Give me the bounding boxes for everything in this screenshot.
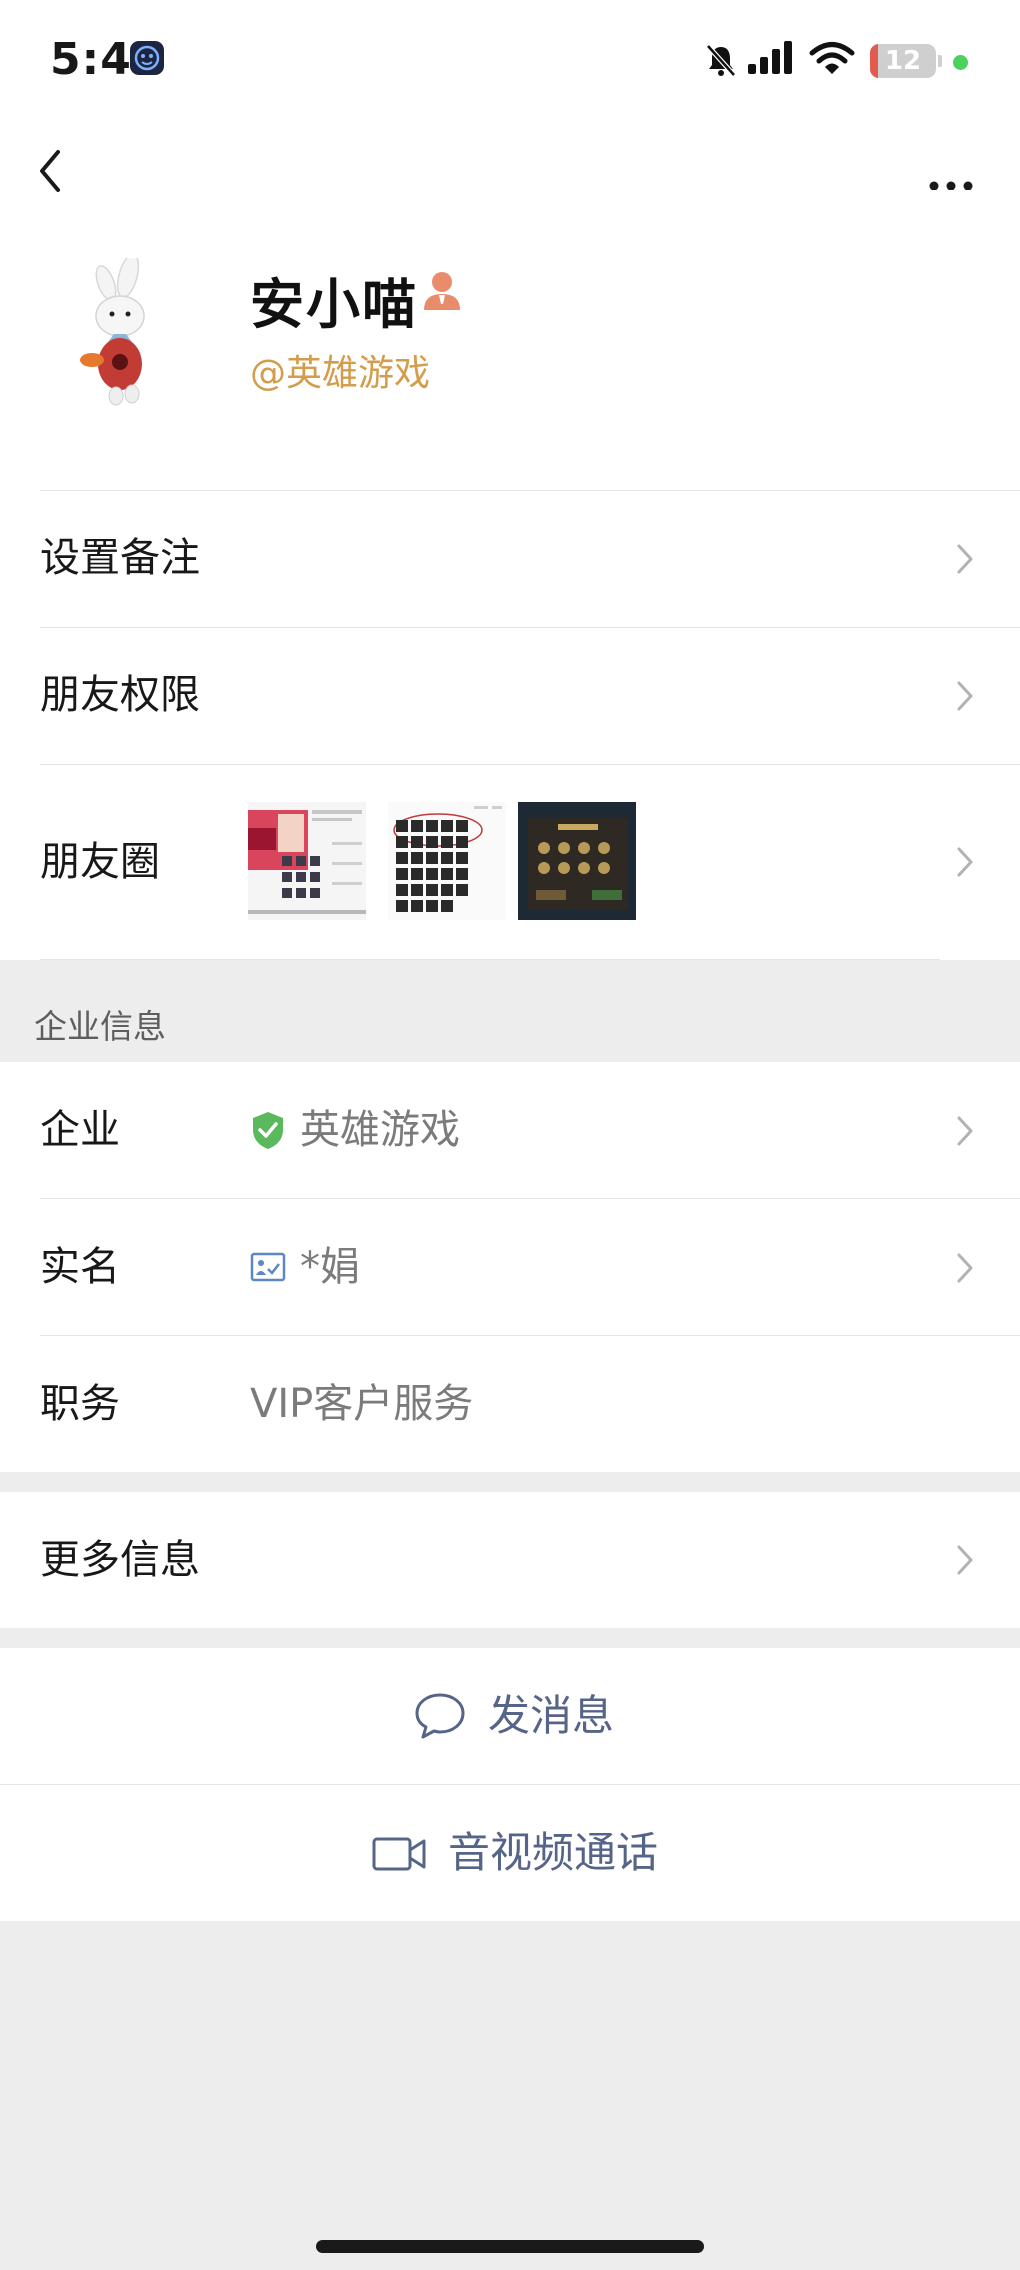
contact-settings-group: 设置备注 朋友权限 朋友圈 [0, 490, 1020, 960]
enterprise-label: 企业 [40, 1107, 120, 1153]
moments-thumbnail[interactable] [248, 802, 366, 920]
nav-bar [0, 120, 1020, 220]
av-call-label: 音视频通话 [448, 1828, 659, 1877]
chevron-right-icon [957, 1545, 973, 1575]
chat-bubble-icon [415, 1693, 465, 1739]
enterprise-section-title: 企业信息 [34, 1007, 166, 1046]
profile-handle: @英雄游戏 [250, 353, 431, 394]
chevron-right-icon [957, 544, 973, 573]
enterprise-info-group: 企业 英雄游戏 实名 *娟 职务 VIP客户服务 [0, 1062, 1020, 1472]
enterprise-row[interactable]: 企业 英雄游戏 [0, 1062, 1020, 1199]
battery-tip [938, 55, 942, 67]
position-label: 职务 [40, 1381, 120, 1427]
more-info-group: 更多信息 [0, 1492, 1020, 1628]
more-info-row[interactable]: 更多信息 [0, 1492, 1020, 1628]
enterprise-member-icon [424, 272, 460, 310]
privacy-indicator-dot [953, 55, 968, 70]
send-message-button[interactable]: 发消息 [0, 1648, 1020, 1784]
realname-value: *娟 [300, 1244, 360, 1290]
set-remark-label: 设置备注 [40, 535, 200, 581]
divider [40, 959, 940, 960]
app-indicator-icon [130, 41, 164, 75]
enterprise-value: 英雄游戏 [300, 1107, 460, 1153]
mute-bell-icon [706, 44, 736, 77]
friend-permissions-row[interactable]: 朋友权限 [0, 627, 1020, 764]
profile-header: 安小喵 @英雄游戏 [0, 220, 1020, 490]
chevron-right-icon [957, 1116, 973, 1145]
friend-permissions-label: 朋友权限 [40, 672, 200, 718]
realname-label: 实名 [40, 1244, 120, 1290]
chevron-right-icon [957, 1253, 973, 1282]
chevron-right-icon [957, 847, 973, 877]
id-card-icon [250, 1252, 286, 1282]
send-message-label: 发消息 [488, 1691, 615, 1740]
status-bar: 5:41 12 [0, 0, 1020, 120]
moments-row[interactable]: 朋友圈 [0, 764, 1020, 960]
battery-icon: 12 [870, 44, 936, 78]
position-value: VIP客户服务 [250, 1381, 474, 1427]
battery-percent: 12 [884, 46, 922, 76]
avatar[interactable] [56, 258, 168, 408]
moments-thumbnail[interactable] [388, 802, 506, 920]
profile-page: 5:41 12 安小喵 @英雄游戏 设置备注 朋友权限 朋友圈 企业信息 企业 … [0, 0, 1020, 2270]
back-chevron-icon[interactable] [30, 134, 70, 204]
moments-thumbnail[interactable] [518, 802, 636, 920]
moments-label: 朋友圈 [40, 839, 160, 885]
profile-name: 安小喵 [250, 273, 418, 336]
verified-shield-icon [253, 1112, 283, 1149]
home-indicator[interactable] [316, 2240, 704, 2253]
wifi-icon [809, 42, 855, 74]
more-options-icon[interactable] [926, 150, 976, 190]
chevron-right-icon [957, 681, 973, 710]
set-remark-row[interactable]: 设置备注 [0, 490, 1020, 627]
cellular-signal-icon [748, 41, 792, 74]
realname-row[interactable]: 实名 *娟 [0, 1199, 1020, 1336]
position-row: 职务 VIP客户服务 [0, 1336, 1020, 1473]
av-call-button[interactable]: 音视频通话 [0, 1785, 1020, 1921]
video-camera-icon [372, 1837, 426, 1871]
more-info-label: 更多信息 [40, 1537, 200, 1583]
